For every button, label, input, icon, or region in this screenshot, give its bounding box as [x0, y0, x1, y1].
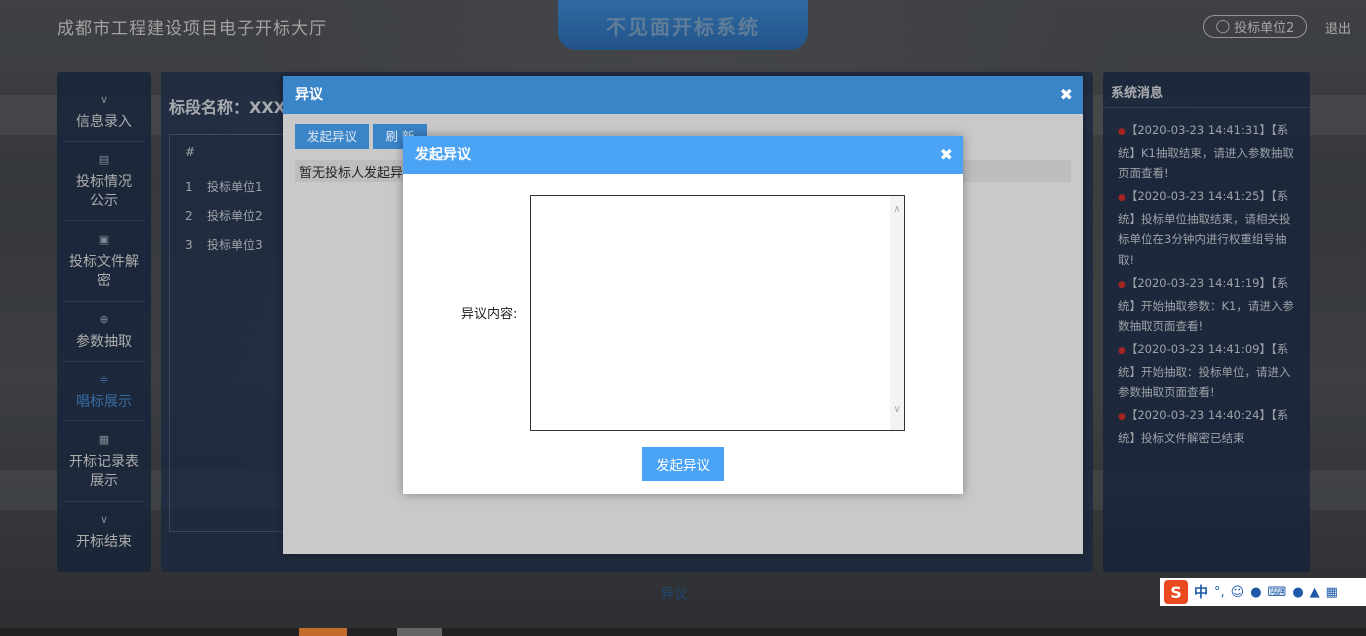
objection-dialog-header: 异议 ✖	[283, 76, 1083, 114]
empty-state-text: 暂无投标人发起异	[299, 166, 404, 181]
shirt-icon[interactable]: ▲	[1310, 585, 1320, 600]
close-icon[interactable]: ✖	[1060, 76, 1073, 114]
ime-logo-icon[interactable]: S	[1164, 580, 1188, 604]
close-icon[interactable]: ✖	[940, 136, 953, 174]
objection-content-label: 异议内容:	[461, 307, 518, 322]
emoji-icon[interactable]: ☺	[1231, 585, 1245, 600]
ime-toolbar: S 中 °, ☺ ● ⌨ ● ▲ ▦	[1160, 578, 1366, 606]
start-objection-button[interactable]: 发起异议	[295, 124, 369, 149]
taskbar-item[interactable]	[299, 628, 347, 636]
scroll-down-icon[interactable]: ∨	[890, 404, 904, 415]
grid-icon[interactable]: ▦	[1326, 585, 1338, 600]
objection-content-input[interactable]	[530, 195, 905, 431]
taskbar	[0, 628, 1366, 636]
keyboard-icon[interactable]: ⌨	[1268, 585, 1287, 600]
scroll-up-icon[interactable]: ∧	[890, 204, 904, 215]
ime-mode[interactable]: 中	[1194, 582, 1208, 602]
textarea-scrollbar[interactable]: ∧ ∨	[890, 196, 904, 430]
punctuation-icon[interactable]: °,	[1214, 585, 1225, 600]
objection-dialog-title: 异议	[295, 87, 323, 103]
taskbar-item[interactable]	[397, 628, 442, 636]
start-objection-dialog-header: 发起异议 ✖	[403, 136, 963, 174]
start-objection-dialog-title: 发起异议	[415, 147, 471, 163]
start-objection-dialog: 发起异议 ✖ 异议内容: ∧ ∨ 发起异议	[403, 136, 963, 494]
microphone-icon[interactable]: ●	[1250, 585, 1261, 600]
user-icon[interactable]: ●	[1292, 585, 1303, 600]
submit-objection-button[interactable]: 发起异议	[642, 447, 724, 481]
